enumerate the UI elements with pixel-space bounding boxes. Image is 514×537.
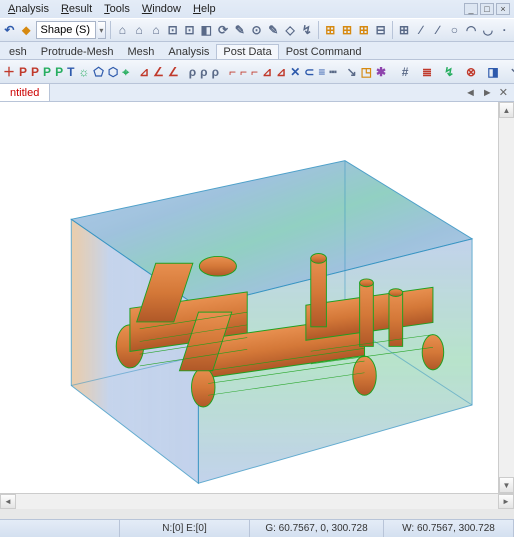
t2-31[interactable]: ↯ [439,62,459,82]
arc-2[interactable]: ◡ [481,20,496,40]
t2-19[interactable]: ⌐ [250,62,259,82]
model-view [0,102,514,493]
t2-29[interactable]: # [395,62,415,82]
status-empty [0,520,120,537]
t2-24[interactable]: ≡ [317,62,326,82]
toolbar-secondary: ＋ P P P P T ☼ ⬠ ⬡ ⌖ ⊿ ∠ ∠ ρ ρ ρ ⌐ ⌐ ⌐ ⊿ … [0,60,514,84]
status-ne: N:[0] E:[0] [120,520,250,537]
tab-post-command[interactable]: Post Command [279,44,369,59]
t2-17[interactable]: ⌐ [228,62,237,82]
t2-9[interactable]: ⬡ [107,62,119,82]
t2-30[interactable]: ≣ [417,62,437,82]
menu-help[interactable]: Help [189,3,220,15]
t2-5[interactable]: P [54,62,64,82]
line-1[interactable]: ∕ [413,20,428,40]
tab-nav-back[interactable]: ◄ [463,87,478,99]
t2-14[interactable]: ρ [188,62,197,82]
t2-3[interactable]: P [30,62,40,82]
tab-close[interactable]: ✕ [497,86,510,99]
scroll-right-icon[interactable]: ► [498,494,514,509]
vertical-scrollbar[interactable]: ▲ ▼ [498,102,514,493]
tool-5[interactable]: ⊡ [182,20,197,40]
t2-28[interactable]: ✱ [375,62,387,82]
arc-1[interactable]: ◠ [464,20,479,40]
tab-bar: esh Protrude-Mesh Mesh Analysis Post Dat… [0,42,514,60]
t2-4[interactable]: P [42,62,52,82]
tab-protrude-mesh[interactable]: Protrude-Mesh [34,44,121,59]
t2-26[interactable]: ↘ [346,62,358,82]
shape-dropdown[interactable]: ▾ [98,21,107,39]
t2-2[interactable]: P [18,62,28,82]
toolbar-main: ↶ ⬥ Shape (S) ▾ ⌂ ⌂ ⌂ ⊡ ⊡ ◧ ⟳ ✎ ⊙ ✎ ◇ ↯ … [0,18,514,42]
t2-1[interactable]: ＋ [2,62,16,82]
grid-1[interactable]: ⊞ [323,20,338,40]
tool-10[interactable]: ✎ [266,20,281,40]
spacer [0,509,514,519]
t2-33[interactable]: ◨ [483,62,503,82]
t2-6[interactable]: T [66,62,75,82]
shape-icon[interactable]: ⬥ [19,20,34,40]
back-icon[interactable]: ↶ [2,20,17,40]
scroll-down-icon[interactable]: ▼ [499,477,514,493]
status-world-coords: W: 60.7567, 300.728 [384,520,514,537]
tab-analysis[interactable]: Analysis [161,44,216,59]
grid-5[interactable]: ⊞ [397,20,412,40]
scroll-left-icon[interactable]: ◄ [0,494,16,509]
tool-11[interactable]: ◇ [283,20,298,40]
tool-4[interactable]: ⊡ [165,20,180,40]
window-close[interactable]: × [496,3,510,15]
grid-2[interactable]: ⊞ [340,20,355,40]
t2-25[interactable]: ┅ [328,62,337,82]
grid-4[interactable]: ⊟ [373,20,388,40]
menu-bar: Analysis Result Tools Window Help _ □ × [0,0,514,18]
tool-9[interactable]: ⊙ [249,20,264,40]
t2-34[interactable]: ↘ [505,62,514,82]
t2-22[interactable]: ✕ [289,62,301,82]
status-global-coords: G: 60.7567, 0, 300.728 [250,520,384,537]
scroll-up-icon[interactable]: ▲ [499,102,514,118]
t2-27[interactable]: ◳ [360,62,373,82]
grid-3[interactable]: ⊞ [356,20,371,40]
t2-7[interactable]: ☼ [77,62,90,82]
t2-8[interactable]: ⬠ [92,62,104,82]
t2-32[interactable]: ⊗ [461,62,481,82]
tool-7[interactable]: ⟳ [216,20,231,40]
t2-20[interactable]: ⊿ [261,62,273,82]
t2-21[interactable]: ⊿ [275,62,287,82]
shape-selector[interactable]: Shape (S) [36,21,96,39]
t2-13[interactable]: ∠ [167,62,180,82]
t2-11[interactable]: ⊿ [138,62,150,82]
menu-result[interactable]: Result [57,3,96,15]
circle-icon[interactable]: ○ [447,20,462,40]
window-minimize[interactable]: _ [464,3,478,15]
document-tab-bar: ntitled ◄ ► ✕ [0,84,514,102]
tab-mesh2[interactable]: Mesh [121,44,162,59]
horizontal-scrollbar[interactable]: ◄ ► [0,493,514,509]
point-icon[interactable]: · [497,20,512,40]
t2-16[interactable]: ρ [211,62,220,82]
line-2[interactable]: ∕ [430,20,445,40]
tab-nav-fwd[interactable]: ► [480,87,495,99]
t2-15[interactable]: ρ [199,62,208,82]
tool-1[interactable]: ⌂ [115,20,130,40]
menu-tools[interactable]: Tools [100,3,134,15]
tool-8[interactable]: ✎ [232,20,247,40]
status-bar: N:[0] E:[0] G: 60.7567, 0, 300.728 W: 60… [0,519,514,537]
tool-3[interactable]: ⌂ [149,20,164,40]
tool-12[interactable]: ↯ [299,20,314,40]
t2-18[interactable]: ⌐ [239,62,248,82]
window-maximize[interactable]: □ [480,3,494,15]
t2-12[interactable]: ∠ [152,62,165,82]
tab-mesh[interactable]: esh [2,44,34,59]
tool-6[interactable]: ◧ [199,20,214,40]
tab-post-data[interactable]: Post Data [216,44,278,59]
menu-window[interactable]: Window [138,3,185,15]
t2-23[interactable]: ⊂ [303,62,315,82]
menu-analysis[interactable]: Analysis [4,3,53,15]
t2-10[interactable]: ⌖ [121,62,130,82]
tool-2[interactable]: ⌂ [132,20,147,40]
document-tab[interactable]: ntitled [0,84,50,101]
viewport-3d[interactable]: ▲ ▼ [0,102,514,493]
